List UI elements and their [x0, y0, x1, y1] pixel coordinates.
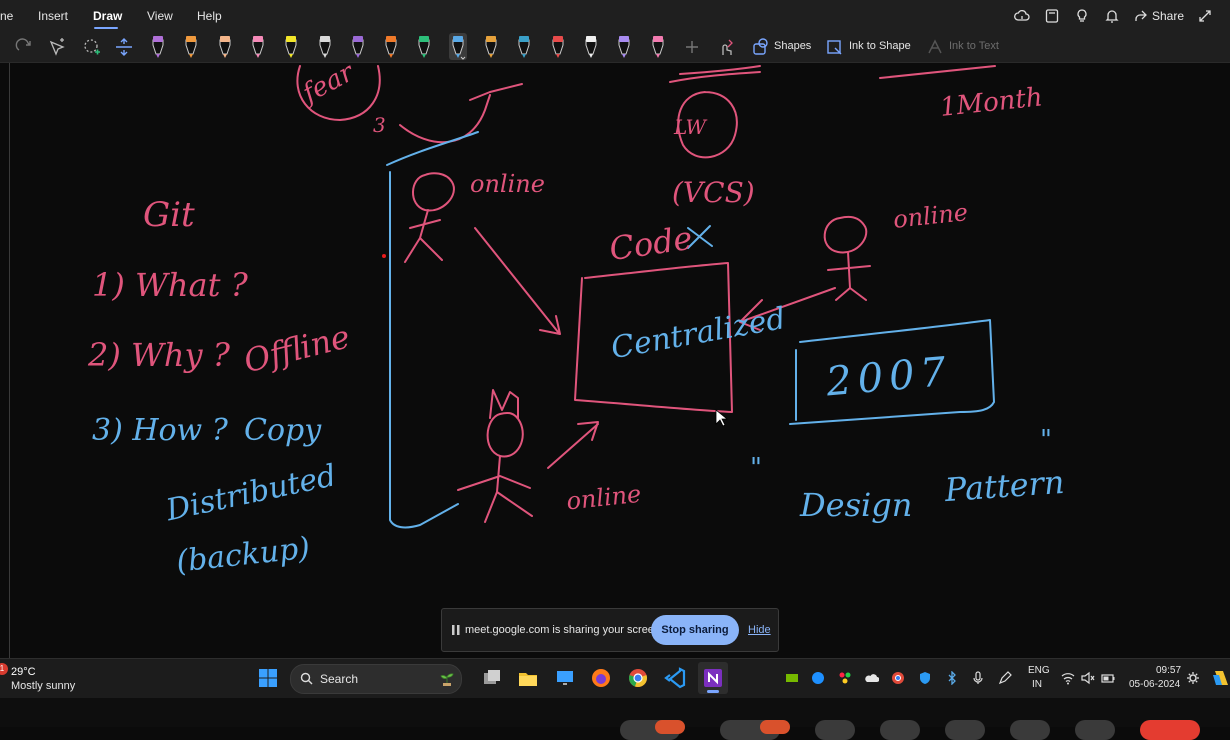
- red-dot: [382, 254, 386, 258]
- design-text: Design: [799, 486, 912, 524]
- chrome-tray-icon[interactable]: [891, 671, 905, 685]
- language-region[interactable]: IN: [1032, 679, 1042, 690]
- defender-icon[interactable]: [918, 671, 932, 685]
- meet-control[interactable]: [1075, 720, 1115, 740]
- chrome-icon[interactable]: [627, 667, 649, 689]
- distributed-text: Distributed: [162, 458, 339, 528]
- firefox-icon[interactable]: [590, 667, 612, 689]
- active-app-indicator: [707, 690, 719, 693]
- search-label: Search: [320, 672, 359, 686]
- person3-head: [486, 412, 524, 458]
- lw-text: LW: [673, 115, 708, 139]
- centralized-text: Centralized: [608, 301, 788, 366]
- task-view-icon[interactable]: [481, 667, 503, 689]
- meet-control[interactable]: [655, 720, 685, 734]
- person1-body: [404, 209, 443, 263]
- onenote-icon: [704, 669, 722, 687]
- vscode-icon[interactable]: [664, 667, 686, 689]
- arrow-from-3: [399, 94, 491, 144]
- microphone-icon[interactable]: [971, 671, 985, 685]
- onenote-active-tile[interactable]: [698, 662, 728, 694]
- weather-badge: 1: [0, 663, 8, 675]
- meet-control[interactable]: [880, 720, 920, 740]
- search-icon: [300, 672, 313, 685]
- skype-icon[interactable]: [811, 671, 825, 685]
- git-text: Git: [143, 195, 195, 235]
- vcs-text: (VCS): [672, 176, 755, 209]
- meet-control[interactable]: [760, 720, 790, 734]
- one-month-text: 1Month: [939, 82, 1044, 123]
- offline-text: Offline: [240, 317, 354, 380]
- three-text: 3: [373, 113, 386, 137]
- why-text: 2) Why ?: [87, 336, 231, 374]
- screen-share-bar: meet.google.com is sharing your screen. …: [441, 608, 779, 652]
- ink-layer: fear 3 1Month LW (VCS) Code Git 1) What …: [87, 57, 1066, 580]
- onedrive-icon[interactable]: [865, 671, 879, 685]
- online-text-3: online: [565, 480, 642, 516]
- code-text: Code: [607, 219, 695, 268]
- colorful-app-icon[interactable]: [838, 671, 852, 685]
- person1-head: [412, 172, 455, 212]
- online-text-2: online: [892, 198, 969, 234]
- pink-strokes: [296, 65, 996, 523]
- clock-time[interactable]: 09:57: [1156, 665, 1181, 676]
- nvidia-icon[interactable]: [785, 671, 799, 685]
- hide-link[interactable]: Hide: [748, 624, 771, 636]
- weather-desc[interactable]: Mostly sunny: [11, 680, 75, 692]
- plant-icon: [440, 673, 454, 686]
- person2-head: [823, 215, 868, 254]
- arrow-to-centralized: [474, 227, 561, 335]
- pattern-text: Pattern: [943, 463, 1066, 509]
- quote-close: ": [1040, 425, 1052, 455]
- meet-control[interactable]: [945, 720, 985, 740]
- language-indicator[interactable]: ENG: [1028, 665, 1050, 676]
- backup-text: (backup): [175, 531, 312, 580]
- what-text: 1) What ?: [92, 266, 249, 304]
- arrow-up-to-box: [547, 421, 599, 469]
- share-message: meet.google.com is sharing your screen.: [465, 624, 664, 636]
- online-text-1: online: [470, 170, 545, 198]
- year-text: 2007: [823, 349, 953, 406]
- person2-body: [827, 251, 871, 301]
- taskbar-search[interactable]: Search: [290, 664, 462, 694]
- one-month-underline: [879, 65, 996, 79]
- pen-tray-icon[interactable]: [998, 671, 1012, 685]
- wifi-icon[interactable]: [1061, 671, 1075, 685]
- weather-temp[interactable]: 29°C: [11, 666, 36, 678]
- quote-open: ": [750, 453, 762, 483]
- copilot-icon[interactable]: [1212, 667, 1230, 689]
- copy-text: Copy: [244, 413, 322, 448]
- fear-text: fear: [296, 57, 360, 110]
- settings-gear-icon[interactable]: [1186, 671, 1200, 685]
- bluetooth-icon[interactable]: [945, 671, 959, 685]
- pause-icon: [452, 625, 460, 635]
- meet-control[interactable]: [1010, 720, 1050, 740]
- arrow-head-top: [469, 83, 523, 101]
- stop-sharing-button[interactable]: Stop sharing: [651, 615, 739, 645]
- meet-control[interactable]: [815, 720, 855, 740]
- bracket-top: [386, 131, 479, 166]
- leave-call-button[interactable]: [1140, 720, 1200, 740]
- taskbar: 1 29°C Mostly sunny Search ENG IN 09:57 …: [0, 658, 1230, 699]
- file-explorer-icon[interactable]: [517, 667, 539, 689]
- windows-start-icon[interactable]: [257, 667, 279, 689]
- remote-desktop-icon[interactable]: [554, 667, 576, 689]
- battery-icon[interactable]: [1101, 671, 1115, 685]
- person3-body: [457, 455, 533, 523]
- clock-date[interactable]: 05-06-2024: [1129, 679, 1180, 690]
- lw-scribble: [669, 65, 761, 83]
- how-text: 3) How ?: [92, 413, 229, 448]
- volume-muted-icon[interactable]: [1081, 671, 1095, 685]
- meet-controls-strip: [0, 698, 1230, 740]
